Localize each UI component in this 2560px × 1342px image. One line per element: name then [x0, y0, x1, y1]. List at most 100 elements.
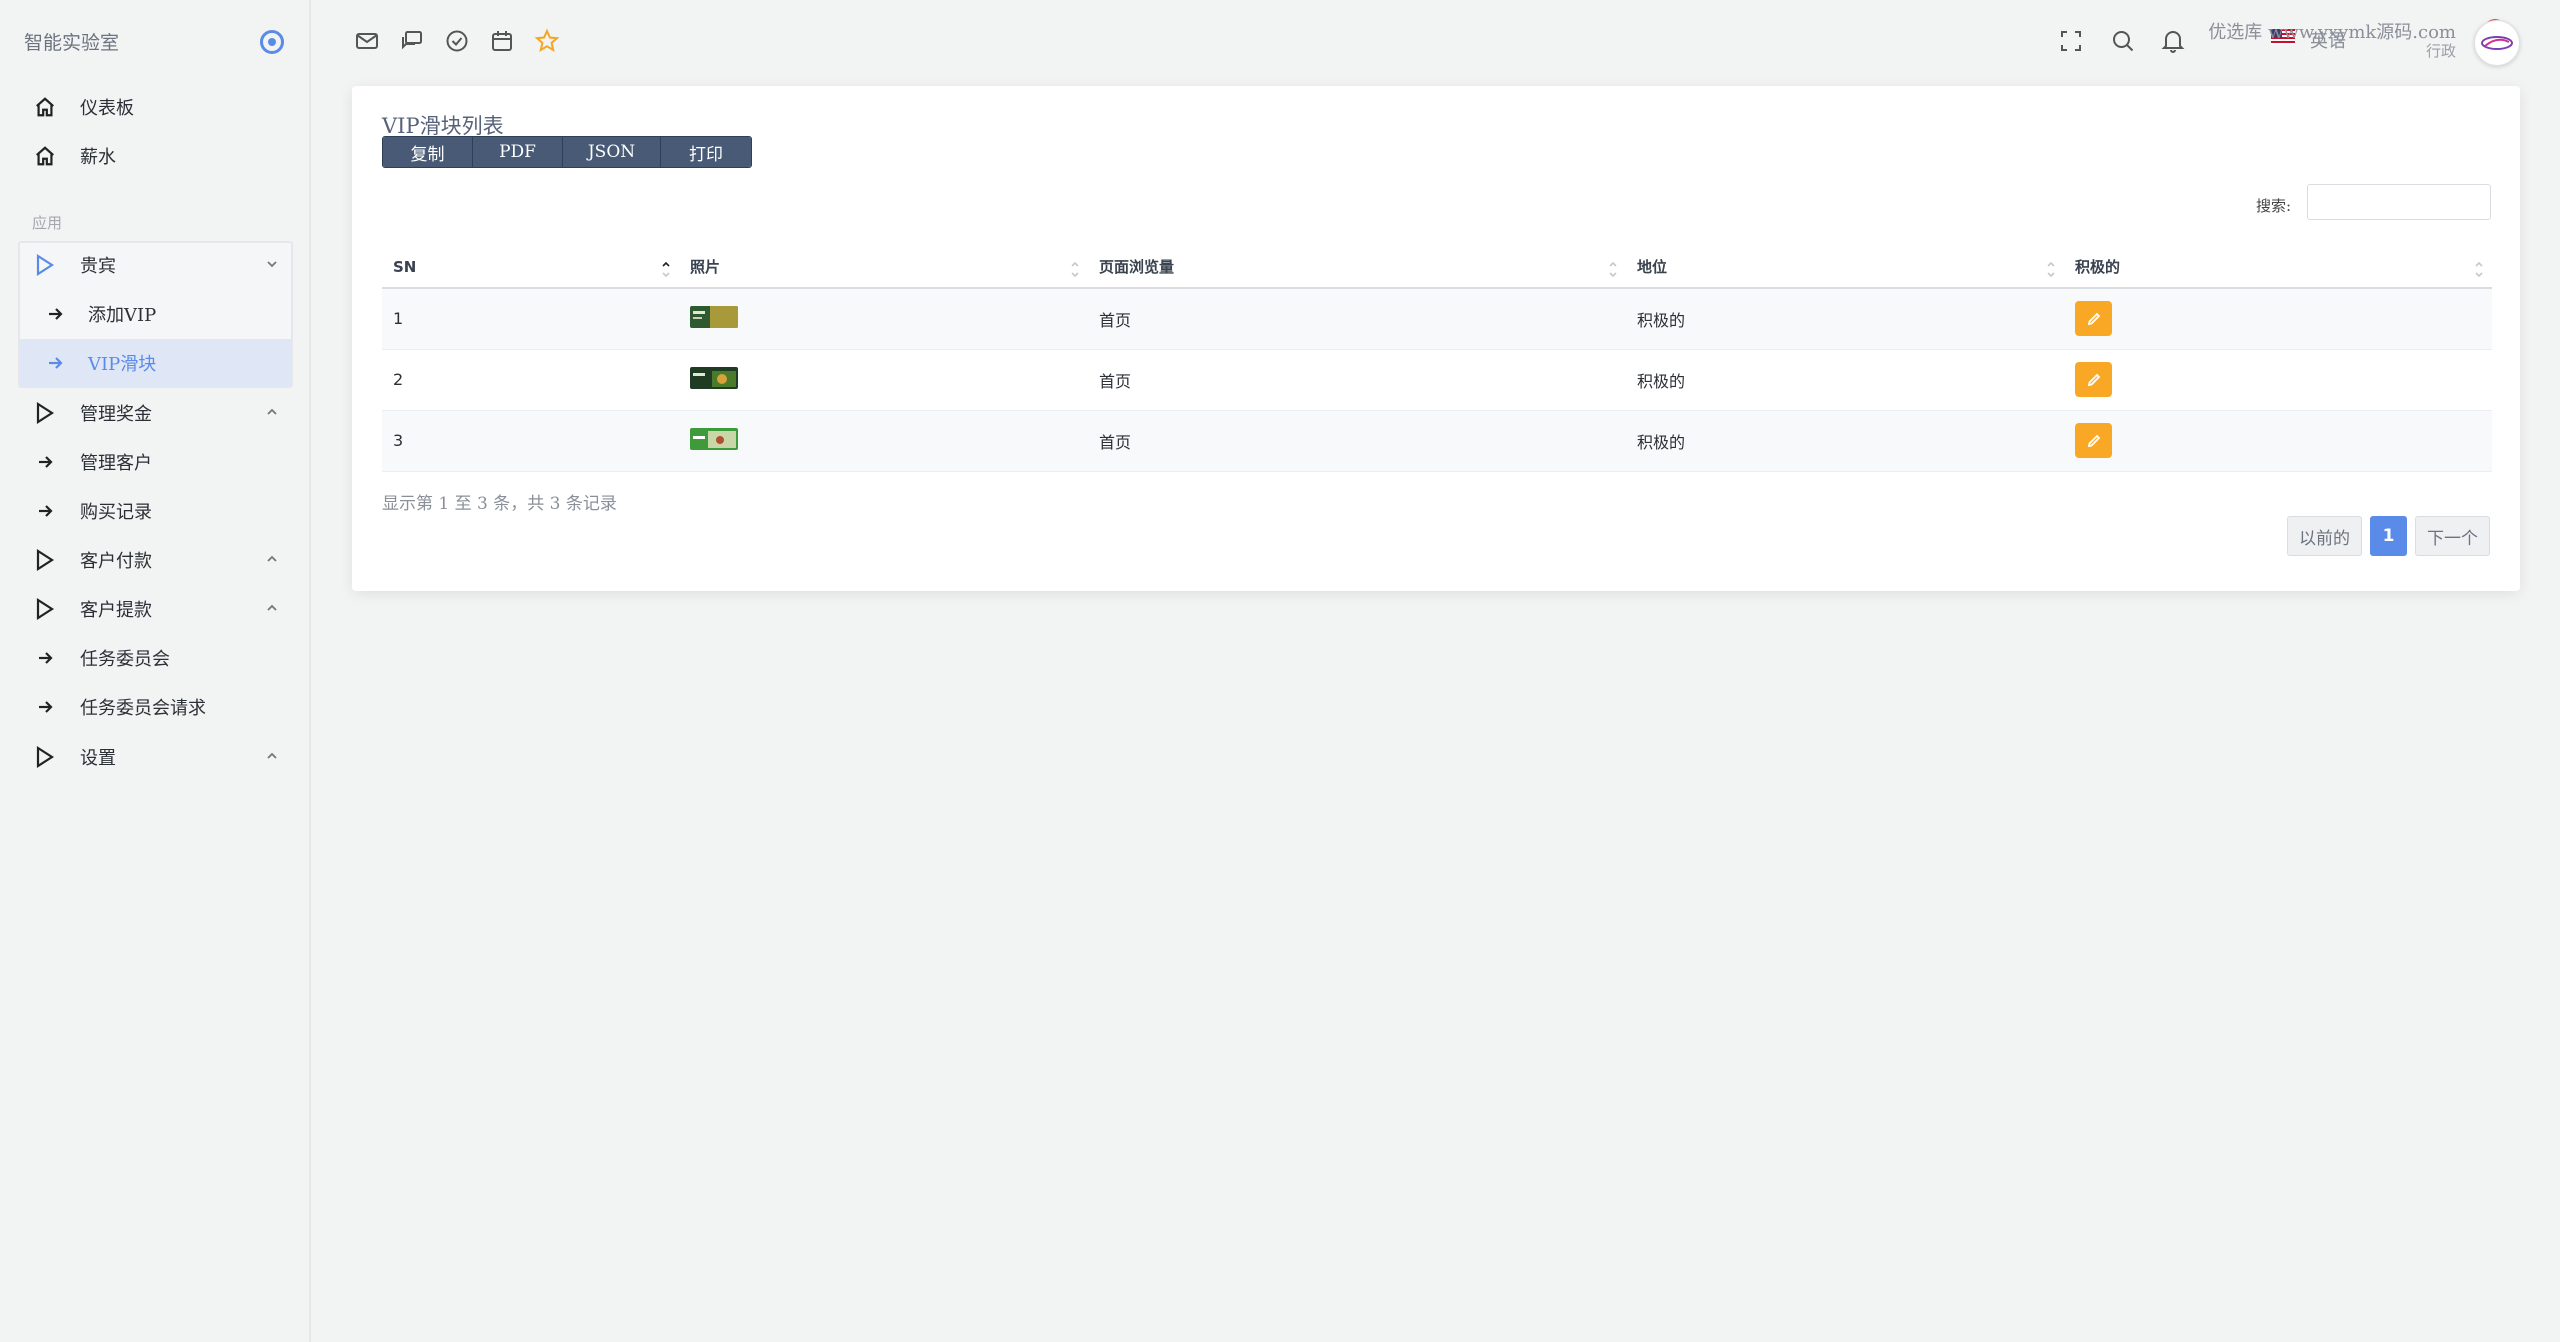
- slider-thumbnail[interactable]: [690, 305, 738, 328]
- json-button[interactable]: JSON: [563, 137, 661, 167]
- cell-status: 积极的: [1626, 410, 2064, 472]
- arrow-right-icon: [44, 352, 66, 374]
- sidebar-item-label: 管理奖金: [80, 403, 152, 425]
- table-row: 1 首页 积极的: [382, 288, 2492, 350]
- column-label: 照片: [690, 258, 721, 276]
- cell-sn: 1: [382, 288, 679, 350]
- slider-thumbnail[interactable]: [690, 366, 738, 389]
- sort-icon: [2475, 261, 2483, 278]
- sidebar-item-label: 购买记录: [80, 501, 152, 523]
- play-icon: [34, 745, 56, 768]
- arrow-right-icon: [34, 500, 56, 522]
- pencil-icon: [2087, 434, 2100, 447]
- sidebar-item-label: 薪水: [80, 146, 116, 168]
- column-header-status[interactable]: 地位: [1626, 246, 2064, 289]
- sidebar-item-vip[interactable]: 贵宾: [18, 240, 293, 289]
- pagination: 以前的 1 下一个: [2287, 516, 2490, 556]
- chevron-up-icon: [267, 752, 277, 759]
- search-label: 搜索:: [2256, 197, 2292, 215]
- next-page-button[interactable]: 下一个: [2415, 516, 2490, 556]
- column-header-photo[interactable]: 照片: [679, 246, 1088, 289]
- cell-status: 积极的: [1626, 288, 2064, 350]
- search-input[interactable]: [2307, 184, 2491, 220]
- search-icon[interactable]: [2110, 28, 2136, 54]
- sidebar-item-dashboard[interactable]: 仪表板: [18, 82, 293, 131]
- sidebar-item-manage-bonus[interactable]: 管理奖金: [18, 388, 293, 437]
- arrow-right-icon: [44, 303, 66, 325]
- sidebar-item-task-committee-requests[interactable]: 任务委员会请求: [18, 682, 293, 731]
- table-info: 显示第 1 至 3 条，共 3 条记录: [382, 494, 617, 514]
- chevron-down-icon: [267, 261, 277, 268]
- sidebar-item-purchase-records[interactable]: 购买记录: [18, 486, 293, 535]
- sort-icon: [2047, 261, 2055, 278]
- arrow-right-icon: [34, 647, 56, 669]
- print-button[interactable]: 打印: [661, 137, 751, 167]
- sidebar: 智能实验室 仪表板 薪水 应用 贵宾 添加VIP VIP滑块 管理奖金 管理客户…: [0, 0, 311, 1342]
- brand-name: 智能实验室: [24, 32, 120, 54]
- cell-photo: [679, 288, 1088, 350]
- cell-photo: [679, 410, 1088, 472]
- sidebar-item-label: 贵宾: [80, 255, 116, 277]
- chevron-up-icon: [267, 408, 277, 415]
- cell-sn: 3: [382, 410, 679, 472]
- bell-icon[interactable]: [2160, 28, 2186, 54]
- user-role: 行政: [2425, 42, 2456, 60]
- column-header-active[interactable]: 积极的: [2064, 246, 2492, 289]
- column-label: 页面浏览量: [1099, 258, 1175, 276]
- cell-page: 首页: [1088, 288, 1626, 350]
- sidebar-item-customer-payments[interactable]: 客户付款: [18, 535, 293, 584]
- home-icon: [34, 145, 56, 167]
- calendar-icon[interactable]: [489, 28, 515, 54]
- sidebar-toggle-icon[interactable]: [260, 30, 284, 54]
- sidebar-item-task-committee[interactable]: 任务委员会: [18, 633, 293, 682]
- check-circle-icon[interactable]: [444, 28, 470, 54]
- star-icon[interactable]: [534, 28, 560, 54]
- sidebar-item-salary[interactable]: 薪水: [18, 131, 293, 180]
- mail-icon[interactable]: [354, 28, 380, 54]
- edit-button[interactable]: [2075, 301, 2112, 337]
- page-1-button[interactable]: 1: [2370, 516, 2407, 556]
- vip-slider-table: SN 照片 页面浏览量 地位 积极的 1 首页 积极的 2 首页 积极的 3 首…: [382, 246, 2492, 472]
- sidebar-item-label: 管理客户: [80, 452, 152, 474]
- column-label: 积极的: [2075, 258, 2121, 276]
- vip-slider-card: VIP滑块列表 复制 PDF JSON 打印 搜索: SN 照片 页面浏览量 地…: [352, 86, 2520, 591]
- slider-thumbnail[interactable]: [690, 427, 738, 450]
- chat-icon[interactable]: [399, 28, 425, 54]
- pencil-icon: [2087, 312, 2100, 325]
- cell-sn: 2: [382, 349, 679, 411]
- sidebar-item-label: 客户付款: [80, 550, 152, 572]
- table-row: 2 首页 积极的: [382, 349, 2492, 411]
- logo-icon: [2481, 36, 2513, 50]
- pdf-button[interactable]: PDF: [473, 137, 563, 167]
- play-icon: [34, 548, 56, 571]
- column-header-page-views[interactable]: 页面浏览量: [1088, 246, 1626, 289]
- sidebar-item-manage-customers[interactable]: 管理客户: [18, 437, 293, 486]
- sidebar-header: 智能实验室: [0, 0, 311, 84]
- fullscreen-icon[interactable]: [2058, 28, 2084, 54]
- top-bar: 英语 5 优选库 www.yxymk源码.com 行政: [313, 0, 2560, 84]
- user-name[interactable]: 优选库 www.yxymk源码.com: [2208, 18, 2456, 44]
- cell-status: 积极的: [1626, 349, 2064, 411]
- export-buttons: 复制 PDF JSON 打印: [382, 136, 752, 168]
- section-label: 应用: [32, 214, 63, 232]
- pencil-icon: [2087, 373, 2100, 386]
- cell-action: [2064, 288, 2492, 350]
- edit-button[interactable]: [2075, 362, 2112, 397]
- edit-button[interactable]: [2075, 423, 2112, 458]
- sidebar-item-label: 仪表板: [80, 97, 134, 119]
- copy-button[interactable]: 复制: [383, 137, 473, 167]
- sidebar-item-vip-slider[interactable]: VIP滑块: [20, 339, 291, 387]
- arrow-right-icon: [34, 451, 56, 473]
- play-icon: [34, 253, 56, 276]
- avatar[interactable]: [2474, 20, 2520, 66]
- column-header-sn[interactable]: SN: [382, 246, 679, 289]
- sidebar-item-settings[interactable]: 设置: [18, 732, 293, 781]
- sidebar-item-add-vip[interactable]: 添加VIP: [18, 289, 293, 338]
- chevron-up-icon: [267, 604, 277, 611]
- table-row: 3 首页 积极的: [382, 410, 2492, 472]
- prev-page-button[interactable]: 以前的: [2287, 516, 2362, 556]
- sidebar-item-label: 设置: [80, 747, 116, 769]
- sidebar-item-label: VIP滑块: [88, 354, 157, 375]
- sidebar-item-customer-withdrawals[interactable]: 客户提款: [18, 584, 293, 633]
- cell-action: [2064, 349, 2492, 411]
